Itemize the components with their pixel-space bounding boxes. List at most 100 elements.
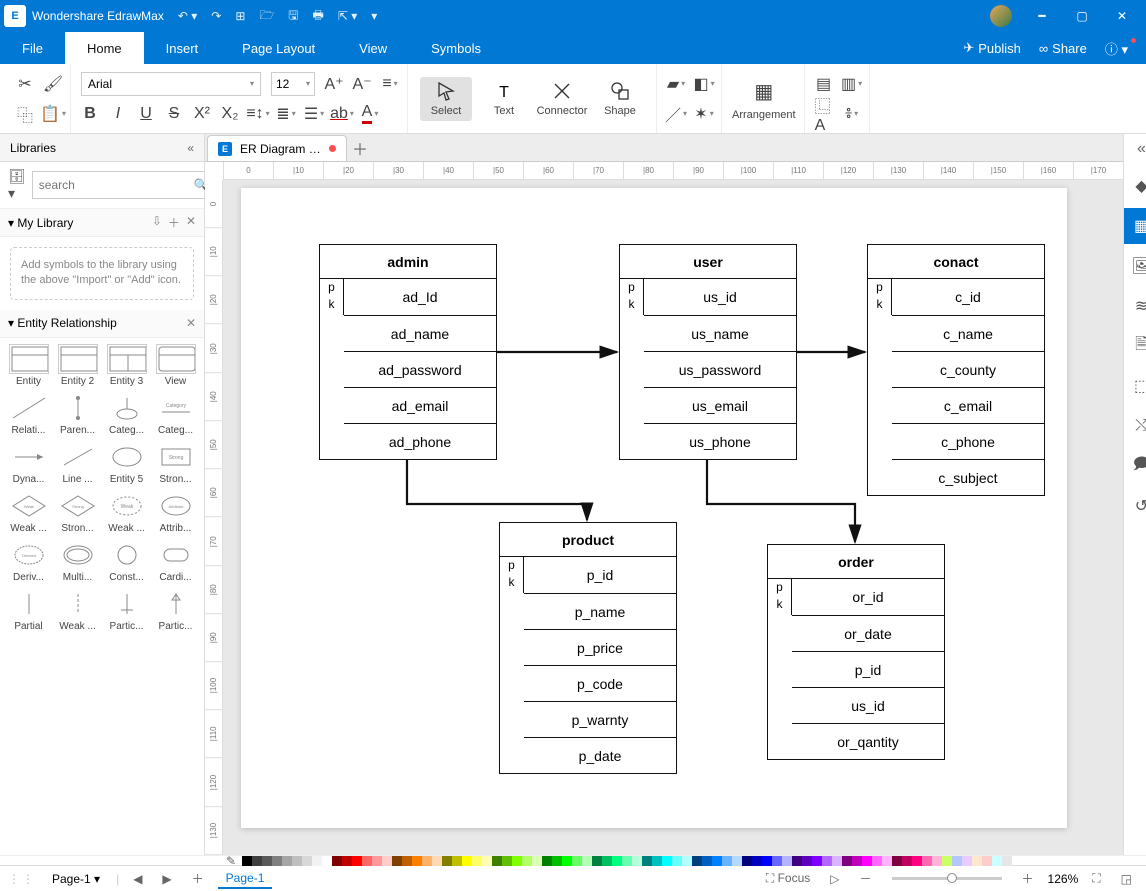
color-swatch[interactable] (492, 856, 502, 866)
shape-thumb[interactable]: Relati... (4, 393, 53, 436)
color-swatch[interactable] (522, 856, 532, 866)
color-swatch[interactable] (502, 856, 512, 866)
shape-thumb[interactable]: Entity 2 (53, 344, 102, 387)
color-swatch[interactable] (682, 856, 692, 866)
maximize-button[interactable]: ▢ (1062, 1, 1102, 31)
italic-icon[interactable]: I (109, 105, 127, 123)
color-swatch[interactable] (722, 856, 732, 866)
color-swatch[interactable] (902, 856, 912, 866)
color-swatch[interactable] (642, 856, 652, 866)
copy-icon[interactable]: ⿻ (16, 105, 34, 123)
color-swatch[interactable] (732, 856, 742, 866)
shape-thumb[interactable]: WeakWeak ... (4, 491, 53, 534)
color-swatch[interactable] (562, 856, 572, 866)
color-swatch[interactable] (652, 856, 662, 866)
page[interactable]: admin pk ad_Idad_namead_passwordad_email… (241, 188, 1067, 828)
highlight-icon[interactable]: A▾ (361, 105, 379, 123)
page-selector[interactable]: Page-1 ▾ (44, 872, 108, 886)
color-swatch[interactable] (812, 856, 822, 866)
print-button[interactable]: 🖶 (313, 6, 324, 27)
color-swatch[interactable] (702, 856, 712, 866)
shape-thumb[interactable]: StrongStron... (151, 442, 200, 485)
group-icon[interactable]: ⿺A (815, 105, 833, 123)
comment-icon[interactable]: 🗩 (1124, 448, 1146, 484)
expand-properties-icon[interactable]: « (1137, 140, 1146, 158)
color-swatch[interactable] (462, 856, 472, 866)
color-swatch[interactable] (452, 856, 462, 866)
shape-thumb[interactable]: Entity (4, 344, 53, 387)
color-swatch[interactable] (362, 856, 372, 866)
color-swatch[interactable] (972, 856, 982, 866)
shape-thumb[interactable]: Partial (4, 589, 53, 632)
shape-thumb[interactable]: Const... (102, 540, 151, 583)
menu-insert[interactable]: Insert (144, 32, 221, 64)
shape-thumb[interactable]: Paren... (53, 393, 102, 436)
share-button[interactable]: ∞ Share (1033, 41, 1093, 56)
shape-thumb[interactable]: Multi... (53, 540, 102, 583)
decrease-font-icon[interactable]: A⁻ (353, 75, 371, 93)
color-swatch[interactable] (942, 856, 952, 866)
prev-page-button[interactable]: ◀ (127, 872, 148, 886)
history-icon[interactable]: ↺ (1124, 488, 1146, 524)
list-icon[interactable]: ☰▾ (305, 105, 323, 123)
color-swatch[interactable] (572, 856, 582, 866)
format-painter-icon[interactable]: 🖌 (44, 75, 62, 93)
library-search-box[interactable]: 🔍 (32, 171, 216, 199)
shape-thumb[interactable]: Entity 5 (102, 442, 151, 485)
color-swatch[interactable] (712, 856, 722, 866)
color-swatch[interactable] (952, 856, 962, 866)
connector-tool[interactable]: Connector (536, 77, 588, 121)
color-swatch[interactable] (932, 856, 942, 866)
color-swatch[interactable] (692, 856, 702, 866)
presentation-button[interactable]: ▷ (824, 872, 845, 886)
bullets-icon[interactable]: ≣▾ (277, 105, 295, 123)
color-swatch[interactable] (382, 856, 392, 866)
open-button[interactable]: 🗁 (259, 6, 274, 27)
line-icon[interactable]: ／▾ (667, 105, 685, 123)
close-lib-icon[interactable]: ✕ (186, 214, 196, 231)
redo-button[interactable]: ↷ (211, 6, 221, 27)
shape-tool[interactable]: Shape (594, 77, 646, 121)
color-swatch[interactable] (392, 856, 402, 866)
menu-file[interactable]: File (0, 32, 65, 64)
color-swatch[interactable] (242, 856, 252, 866)
color-swatch[interactable] (922, 856, 932, 866)
distribute-h-icon[interactable]: ▤ (815, 75, 833, 93)
color-swatch[interactable] (982, 856, 992, 866)
color-swatch[interactable] (662, 856, 672, 866)
arrange-icon[interactable]: ▦ (755, 83, 773, 101)
user-avatar[interactable] (990, 5, 1012, 27)
color-swatch[interactable] (402, 856, 412, 866)
color-swatch[interactable] (752, 856, 762, 866)
align-text-icon[interactable]: ≡▾ (381, 75, 399, 93)
fit-page-button[interactable]: ⛶ (1086, 871, 1106, 886)
superscript-icon[interactable]: X² (193, 105, 211, 123)
entity-relationship-section[interactable]: ▾ Entity Relationship ✕ (0, 310, 204, 338)
help-button[interactable]: ⓘ ▾ (1099, 39, 1134, 58)
paste-icon[interactable]: 📋▾ (44, 105, 62, 123)
color-swatch[interactable] (272, 856, 282, 866)
shadow-icon[interactable]: ◧▾ (695, 75, 713, 93)
my-library-section[interactable]: ▾ My Library ⇩ ＋ ✕ (0, 209, 204, 237)
color-swatch[interactable] (792, 856, 802, 866)
color-swatch[interactable] (372, 856, 382, 866)
menu-page-layout[interactable]: Page Layout (220, 32, 337, 64)
save-button[interactable]: 🖫 (288, 6, 298, 27)
color-swatch[interactable] (802, 856, 812, 866)
color-swatch[interactable] (282, 856, 292, 866)
color-swatch[interactable] (352, 856, 362, 866)
font-family-combo[interactable]: Arial▾ (81, 72, 261, 96)
zoom-in-button[interactable]: ＋ (1016, 870, 1040, 887)
shape-thumb[interactable]: StrongStron... (53, 491, 102, 534)
underline-icon[interactable]: U (137, 105, 155, 123)
shape-thumb[interactable]: DerivedDeriv... (4, 540, 53, 583)
shape-thumb[interactable]: Partic... (102, 589, 151, 632)
shape-thumb[interactable]: Partic... (151, 589, 200, 632)
close-button[interactable]: ✕ (1102, 1, 1142, 31)
color-swatch[interactable] (632, 856, 642, 866)
library-manage-icon[interactable]: 🗄▾ (8, 168, 26, 202)
color-swatch[interactable] (612, 856, 622, 866)
chart-icon[interactable]: ⬚ (1124, 368, 1146, 404)
document-tab[interactable]: E ER Diagram for ... (207, 135, 347, 161)
color-swatch[interactable] (262, 856, 272, 866)
